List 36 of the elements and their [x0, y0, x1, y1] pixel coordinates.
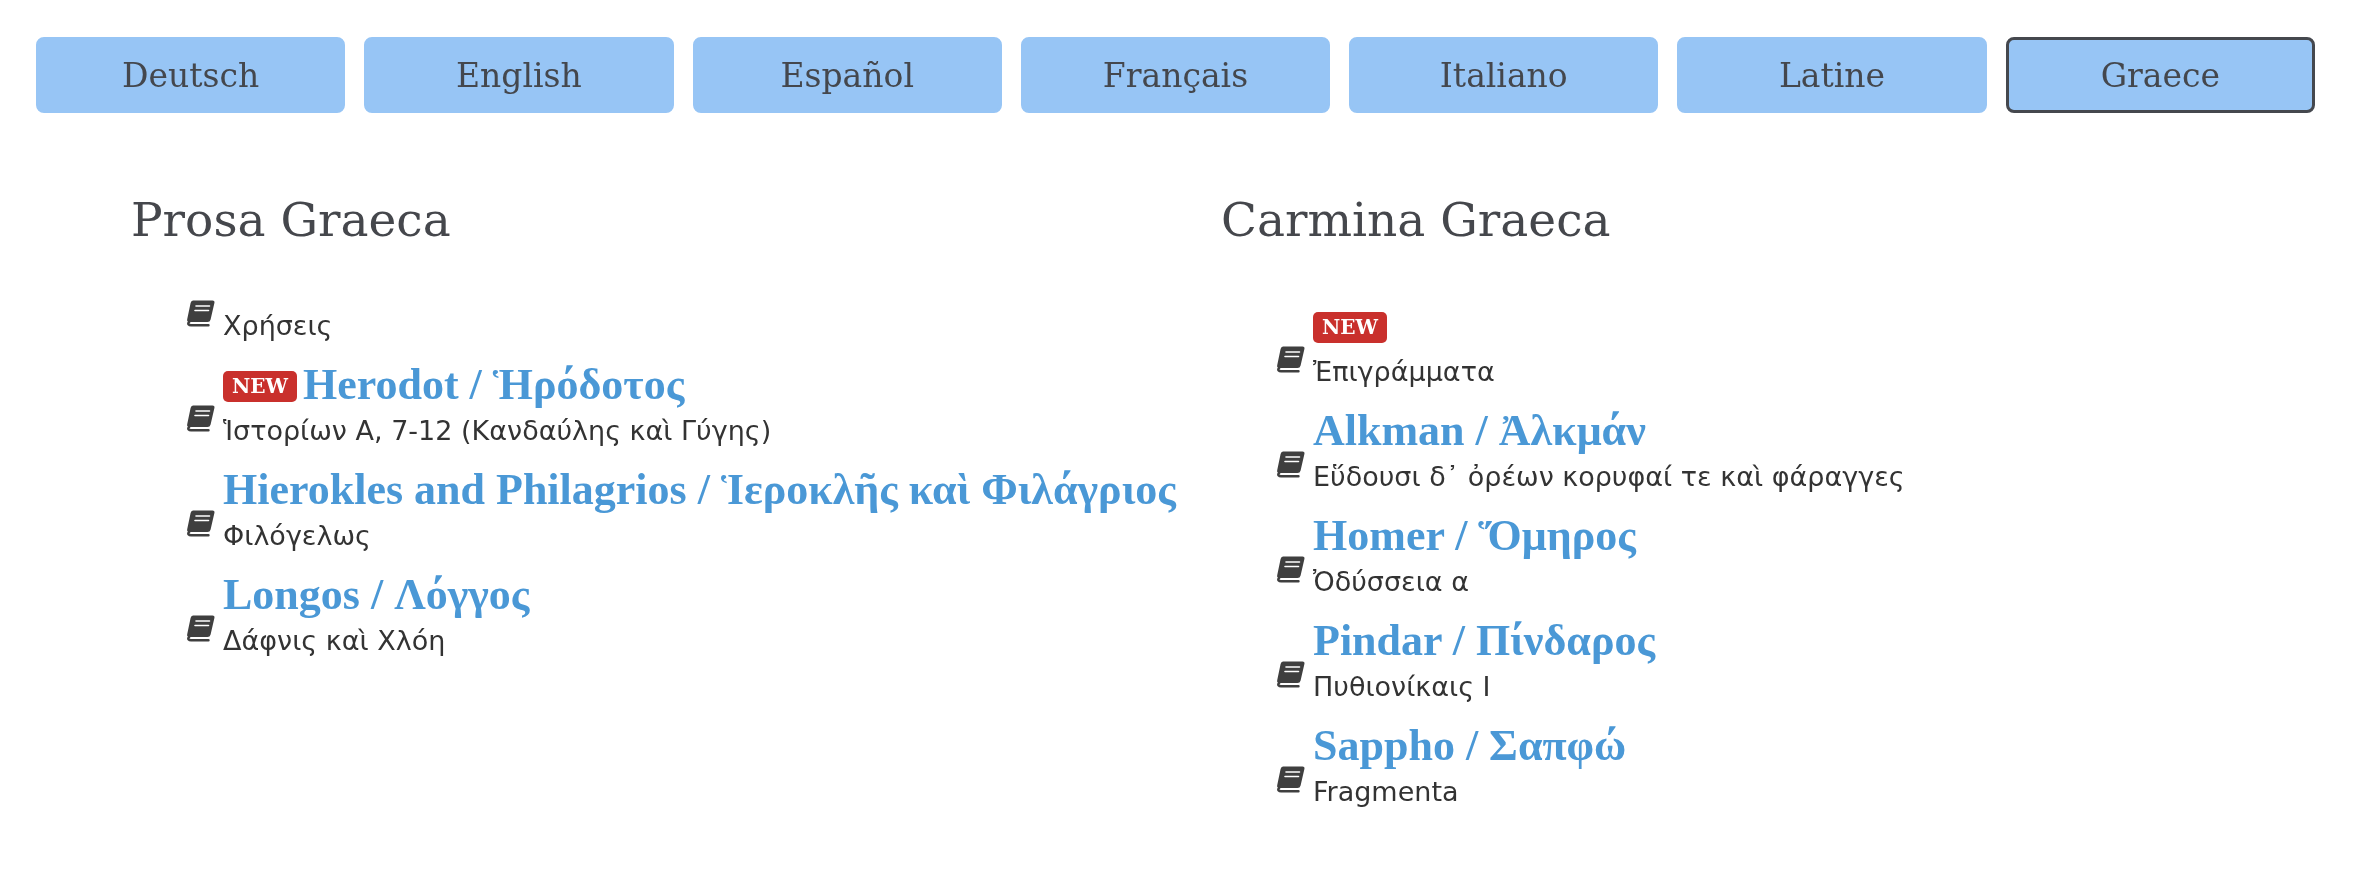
book-icon: [185, 300, 215, 327]
author-link[interactable]: Alkman / Ἀλκμάν: [1313, 405, 1646, 457]
work-link[interactable]: Δάφνις καὶ Χλόη: [223, 621, 446, 661]
new-badge: NEW: [1313, 311, 1387, 343]
author-link[interactable]: Homer / Ὅμηρος: [1313, 510, 1636, 562]
work-link[interactable]: Εὕδουσι δ᾽ ὀρέων κορυφαί τε καὶ φάραγγες: [1313, 457, 1905, 497]
language-tab[interactable]: Graece: [2005, 37, 2315, 113]
work-link[interactable]: Fragmenta: [1313, 772, 1459, 812]
author-link[interactable]: Longos / Λόγγος: [223, 569, 530, 621]
work-link[interactable]: Ἱστορίων A, 7-12 (Κανδαύλης καὶ Γύγης): [223, 411, 772, 451]
language-tab[interactable]: Español: [692, 37, 1002, 113]
book-icon: [1275, 556, 1305, 583]
book-icon: [185, 510, 215, 537]
new-badge: NEW: [223, 370, 297, 402]
author-link[interactable]: Herodot / Ἡρόδοτος: [303, 359, 685, 411]
language-tab[interactable]: Italiano: [1349, 37, 1659, 113]
language-tab[interactable]: Latine: [1677, 37, 1987, 113]
language-tab[interactable]: Français: [1020, 37, 1331, 113]
author-link[interactable]: Hierokles and Philagrios / Ἱεροκλῆς καὶ Φιλάγριος: [223, 464, 1176, 516]
book-icon: [1275, 766, 1305, 793]
work-link[interactable]: Ἐπιγράμματα: [1313, 352, 1495, 392]
book-icon: [1275, 346, 1305, 373]
work-link[interactable]: Φιλόγελως: [223, 516, 371, 556]
book-icon: [185, 615, 215, 642]
work-link[interactable]: Πυθιονίκαις I: [1313, 667, 1491, 707]
language-tab[interactable]: English: [364, 37, 674, 113]
section-heading: Prosa Graeca: [131, 191, 452, 249]
section-heading: Carmina Graeca: [1221, 191, 1612, 249]
book-icon: [1275, 661, 1305, 688]
book-icon: [1275, 451, 1305, 478]
work-link[interactable]: Χρήσεις: [223, 306, 333, 346]
author-link[interactable]: Sappho / Σαπφώ: [1313, 720, 1627, 772]
author-link[interactable]: Pindar / Πίνδαρος: [1313, 615, 1656, 667]
work-link[interactable]: Ὀδύσσεια α: [1313, 562, 1469, 602]
language-tab[interactable]: Deutsch: [36, 37, 346, 113]
book-icon: [185, 405, 215, 432]
